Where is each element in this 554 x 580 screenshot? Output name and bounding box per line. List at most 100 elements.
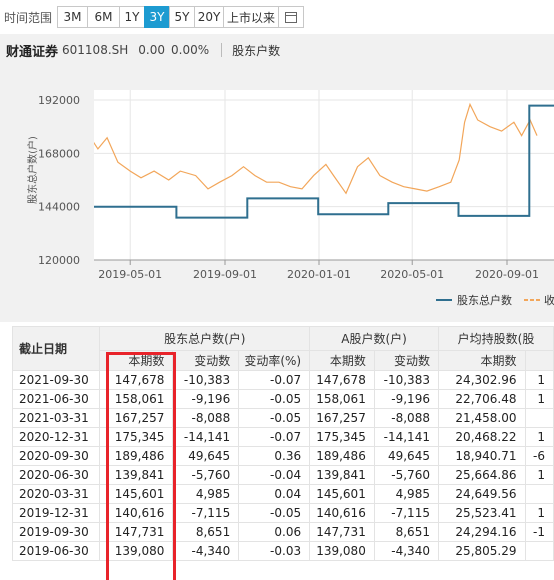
table-group-header: 截止日期 股东总户数(户) A股户数(户) 户均持股数(股 xyxy=(12,326,554,371)
table-body: 2021-09-30 147,678 -10,383 -0.07 147,678 -10,… xyxy=(12,370,554,561)
table-cell: 145,601 xyxy=(309,484,375,504)
table-cell: 158,061 xyxy=(309,389,375,409)
table-cell: 1 xyxy=(524,370,554,390)
table-row[interactable]: 2020-06-30 139,841 -5,760 -0.04 139,841 -5,76… xyxy=(12,465,554,485)
table-group-header-2: 户均持股数(股 xyxy=(437,326,554,351)
table-row[interactable]: 2020-09-30 189,486 49,645 0.36 189,486 49,645… xyxy=(12,446,554,466)
table-sub-header-4[interactable]: 变动数 xyxy=(373,350,439,371)
y-tick-label: 192000 xyxy=(38,94,80,107)
range-button-上市以来[interactable]: 上市以来 xyxy=(223,6,280,28)
table-cell: 8,651 xyxy=(373,522,439,542)
table-cell: -14,141 xyxy=(373,427,439,447)
table-cell: -8,088 xyxy=(172,408,240,428)
table-cell: 140,616 xyxy=(99,503,174,523)
table-cell: 139,080 xyxy=(99,541,174,561)
table-sub-header-2[interactable]: 变动率(%) xyxy=(238,350,311,371)
table-cell: -7,115 xyxy=(172,503,240,523)
table-cell: 147,731 xyxy=(309,522,375,542)
stock-change-pct: 0.00% xyxy=(171,43,210,57)
x-tick-label: 2019-05-01 xyxy=(98,268,162,281)
table-cell-date: 2020-03-31 xyxy=(12,484,101,504)
x-tick-label: 2019-09-01 xyxy=(193,268,257,281)
table-cell: -4,340 xyxy=(172,541,240,561)
table-sub-header-0[interactable]: 本期数 xyxy=(99,350,174,371)
range-button-20Y[interactable]: 20Y xyxy=(194,6,225,28)
table-sub-header-5[interactable]: 本期数 xyxy=(437,350,526,371)
range-button-6M[interactable]: 6M xyxy=(87,6,121,28)
table-cell: 4,985 xyxy=(373,484,439,504)
plot-background xyxy=(94,90,554,260)
time-range-bar: 时间范围 3M 6M 1Y 3Y 5Y 20Y 上市以来 xyxy=(0,0,554,34)
table-cell: 25,523.41 xyxy=(437,503,526,523)
table-cell: -0.07 xyxy=(238,370,311,390)
table-row[interactable]: 2020-03-31 145,601 4,985 0.04 145,601 4,985 24… xyxy=(12,484,554,504)
table-cell: 189,486 xyxy=(309,446,375,466)
x-tick-label: 2020-05-01 xyxy=(380,268,444,281)
table-cell: -0.04 xyxy=(238,465,311,485)
holders-chart: 192000 168000 144000 120000 2019-05-01 2019-0… xyxy=(0,66,554,322)
table-cell: -6 xyxy=(524,446,554,466)
date-column-header[interactable]: 截止日期 xyxy=(12,326,101,371)
table-sub-header-1[interactable]: 变动数 xyxy=(172,350,240,371)
table-cell-date: 2020-09-30 xyxy=(12,446,101,466)
holders-table-wrap: 截止日期 股东总户数(户) A股户数(户) 户均持股数(股 本期数 变动数 变动率(%)… xyxy=(12,326,554,580)
table-row[interactable]: 2021-03-31 167,257 -8,088 -0.05 167,257 -8,08… xyxy=(12,408,554,428)
table-cell: 25,664.86 xyxy=(437,465,526,485)
table-cell: 8,651 xyxy=(172,522,240,542)
table-cell: 147,731 xyxy=(99,522,174,542)
x-tick-label: 2020-01-01 xyxy=(287,268,351,281)
calendar-button[interactable] xyxy=(278,6,305,28)
table-cell-date: 2019-12-31 xyxy=(12,503,101,523)
stock-code: 601108.SH xyxy=(62,43,129,57)
table-cell: -0.03 xyxy=(238,541,311,561)
table-cell: 20,468.22 xyxy=(437,427,526,447)
table-cell: 49,645 xyxy=(373,446,439,466)
table-row[interactable]: 2019-12-31 140,616 -7,115 -0.05 140,616 -7,11… xyxy=(12,503,554,523)
table-cell: 175,345 xyxy=(309,427,375,447)
table-cell: -8,088 xyxy=(373,408,439,428)
table-cell-date: 2021-06-30 xyxy=(12,389,101,409)
table-cell: 0.06 xyxy=(238,522,311,542)
table-cell: -0.07 xyxy=(238,427,311,447)
range-button-3Y[interactable]: 3Y xyxy=(144,6,171,28)
range-button-5Y[interactable]: 5Y xyxy=(169,6,196,28)
table-cell: 24,294.16 xyxy=(437,522,526,542)
table-cell: -10,383 xyxy=(373,370,439,390)
header-divider xyxy=(221,43,223,57)
table-group-header-0: 股东总户数(户) xyxy=(99,326,311,351)
table-row[interactable]: 2020-12-31 175,345 -14,141 -0.07 175,345 -14,… xyxy=(12,427,554,447)
calendar-icon xyxy=(285,11,298,23)
table-cell xyxy=(524,408,554,428)
table-group-header-1: A股户数(户) xyxy=(309,326,439,351)
table-cell: 145,601 xyxy=(99,484,174,504)
table-cell: 1 xyxy=(524,503,554,523)
table-cell: 139,841 xyxy=(99,465,174,485)
table-cell: 18,940.71 xyxy=(437,446,526,466)
table-sub-header-6[interactable] xyxy=(524,350,554,371)
table-cell: -5,760 xyxy=(373,465,439,485)
y-tick-label: 120000 xyxy=(38,254,80,267)
table-cell-date: 2019-06-30 xyxy=(12,541,101,561)
table-cell: 167,257 xyxy=(99,408,174,428)
range-button-1Y[interactable]: 1Y xyxy=(119,6,146,28)
table-cell xyxy=(524,484,554,504)
table-cell-date: 2020-12-31 xyxy=(12,427,101,447)
table-cell: 0.36 xyxy=(238,446,311,466)
table-cell-date: 2019-09-30 xyxy=(12,522,101,542)
table-cell xyxy=(524,541,554,561)
table-row[interactable]: 2019-06-30 139,080 -4,340 -0.03 139,080 -4,34… xyxy=(12,541,554,561)
table-sub-header-3[interactable]: 本期数 xyxy=(309,350,375,371)
table-cell: 24,649.56 xyxy=(437,484,526,504)
table-row[interactable]: 2021-09-30 147,678 -10,383 -0.07 147,678 -10,… xyxy=(12,370,554,390)
table-row[interactable]: 2021-06-30 158,061 -9,196 -0.05 158,061 -9,19… xyxy=(12,389,554,409)
table-cell: 139,841 xyxy=(309,465,375,485)
table-cell: -4,340 xyxy=(373,541,439,561)
table-cell: 24,302.96 xyxy=(437,370,526,390)
table-row[interactable]: 2019-09-30 147,731 8,651 0.06 147,731 8,651 24… xyxy=(12,522,554,542)
table-cell: 1 xyxy=(524,389,554,409)
table-cell: 175,345 xyxy=(99,427,174,447)
table-cell: 1 xyxy=(524,427,554,447)
x-tick-label: 2020-09-01 xyxy=(475,268,539,281)
range-button-3M[interactable]: 3M xyxy=(57,6,89,28)
table-cell: -7,115 xyxy=(373,503,439,523)
